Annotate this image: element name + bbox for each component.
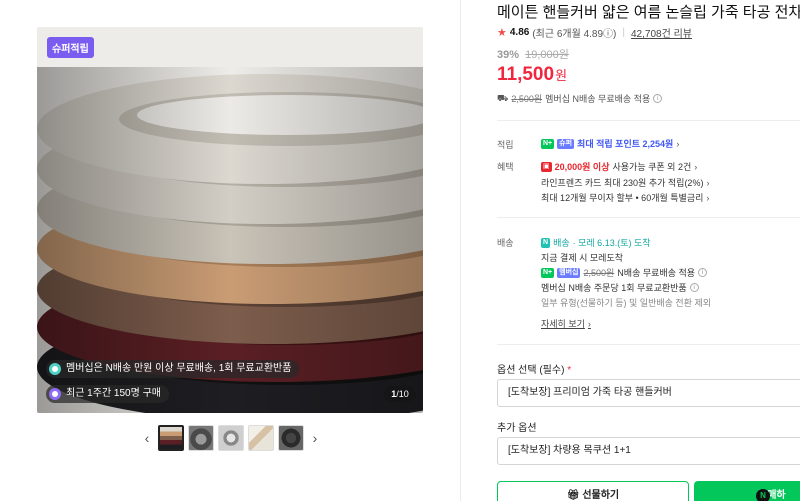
delivery-free-text: N배송 무료배송 적용 xyxy=(617,268,696,278)
exchange-note: 멤버십 N배송 주문당 1회 무료교환반품 xyxy=(541,283,687,293)
sale-price: 11,500원 xyxy=(497,64,567,86)
membership-shipping-row: N+ 멤버십 2,500원 N배송 무료배송 적용 i xyxy=(541,266,708,279)
star-icon: ★ xyxy=(497,27,507,39)
gift-button-label: 선물하기 xyxy=(582,490,620,501)
installment-row[interactable]: 최대 12개월 무이자 할부 • 60개월 특별금리 › xyxy=(541,191,709,204)
super-badge-icon: 슈퍼 xyxy=(557,138,575,149)
npay-plus-icon: N+ xyxy=(541,267,555,278)
shipping-original-fee: 2,500원 xyxy=(511,94,543,104)
details-link-text: 자세히 보기 xyxy=(541,319,585,329)
payment-note: 지금 결제 시 모레도착 xyxy=(541,253,624,263)
coupon-amount: 20,000원 이상 xyxy=(554,162,610,172)
truck-icon: ⛟ xyxy=(497,92,509,103)
installment-text: 최대 12개월 무이자 할부 • 60개월 특별금리 xyxy=(541,193,704,203)
points-text: 최대 적립 포인트 2,254원 xyxy=(577,139,674,149)
coupon-text: 사용가능 쿠폰 외 2건 xyxy=(612,162,692,172)
points-label: 적립 xyxy=(497,140,514,150)
next-image-arrow[interactable]: › xyxy=(308,425,322,451)
delivery-eta: · 모레 6.13.(토) 도착 xyxy=(572,238,651,248)
membership-shipping-pill: 멤버십은 N배송 만원 이상 무료배송, 1회 무료교환반품 xyxy=(46,360,300,378)
delivery-type: 배송 xyxy=(553,238,570,248)
rating-separator: | xyxy=(622,27,625,38)
thumbnail[interactable] xyxy=(218,425,244,451)
addon-select[interactable]: [도착보장] 차량용 목쿠션 1+1 xyxy=(497,437,800,465)
section-divider xyxy=(497,120,800,121)
purchase-icon xyxy=(49,388,61,400)
points-row[interactable]: N+ 슈퍼 최대 적립 포인트 2,254원 › xyxy=(541,137,679,150)
gift-icon: 🎁︎ xyxy=(566,490,580,501)
option-label-text: 옵션 선택 (필수) xyxy=(497,365,565,376)
delivery-eta-row: N 배송 · 모레 6.13.(토) 도착 xyxy=(541,236,651,249)
chevron-right-icon: › xyxy=(706,177,710,188)
rating-recent: (최근 6개월 4.89ⓘ) xyxy=(532,29,617,40)
original-price: 19,000원 xyxy=(525,49,569,61)
image-counter: 1/10 xyxy=(384,386,416,402)
shipping-note-text: 멤버십 N배송 무료배송 적용 xyxy=(545,94,651,104)
section-divider xyxy=(497,344,800,345)
card-text: 라인프렌즈 카드 최대 230원 추가 적립(2%) xyxy=(541,178,704,188)
required-mark: * xyxy=(567,365,572,376)
thumbnail[interactable] xyxy=(278,425,304,451)
membership-shipping-text: 멤버십은 N배송 만원 이상 무료배송, 1회 무료교환반품 xyxy=(66,363,292,374)
shipping-note: ⛟ 2,500원 멤버십 N배송 무료배송 적용 i xyxy=(497,92,663,105)
review-count-link[interactable]: 42,708건 리뷰 xyxy=(631,25,692,40)
coupon-icon: ▣ xyxy=(541,161,552,172)
thumbnail[interactable] xyxy=(248,425,274,451)
rating-summary: ★ 4.86 (최근 6개월 4.89ⓘ) | 42,708건 리뷰 xyxy=(497,25,692,40)
discount-rate: 39% xyxy=(497,49,520,61)
recent-purchases-text: 최근 1주간 150명 구매 xyxy=(66,388,161,399)
exchange-row: 멤버십 N배송 주문당 1회 무료교환반품 i xyxy=(541,281,699,294)
n-delivery-icon: N xyxy=(541,237,551,248)
steering-covers-illustration xyxy=(37,27,423,413)
product-title: 메이튼 핸들커버 얇은 여름 논슬립 가죽 타공 전차종 xyxy=(497,4,800,21)
price-value: 11,500 xyxy=(497,64,555,85)
chevron-right-icon: › xyxy=(676,138,680,149)
membership-icon xyxy=(49,363,61,375)
discount-row: 39% 19,000원 xyxy=(497,46,569,62)
addon-label: 추가 옵션 xyxy=(497,423,537,434)
option-label: 옵션 선택 (필수) * xyxy=(497,361,571,376)
info-icon[interactable]: i xyxy=(698,268,708,277)
thumbnail-strip: ‹ › xyxy=(140,424,322,452)
product-main-image[interactable] xyxy=(37,27,423,413)
buy-button[interactable]: N 구매하 xyxy=(694,481,800,501)
section-divider xyxy=(497,217,800,218)
delivery-label: 배송 xyxy=(497,238,514,248)
gift-button[interactable]: 🎁︎ 선물하기 xyxy=(497,481,689,501)
thumbnail[interactable] xyxy=(158,425,184,451)
benefit-label: 혜택 xyxy=(497,162,514,172)
details-link[interactable]: 자세히 보기 › xyxy=(541,317,591,330)
chevron-right-icon: › xyxy=(587,318,591,329)
price-currency: 원 xyxy=(555,68,568,83)
exception-note: 일부 유형(선물하기 등) 및 일반배송 전환 제외 xyxy=(541,298,712,308)
prev-image-arrow[interactable]: ‹ xyxy=(140,425,154,451)
card-row[interactable]: 라인프렌즈 카드 최대 230원 추가 적립(2%) › xyxy=(541,176,709,189)
thumbnail[interactable] xyxy=(188,425,214,451)
rating-score: 4.86 xyxy=(509,27,530,38)
panel-divider xyxy=(460,0,461,501)
chevron-right-icon: › xyxy=(694,161,698,172)
chevron-right-icon: › xyxy=(706,192,710,203)
delivery-original-fee: 2,500원 xyxy=(583,268,615,278)
npay-plus-icon: N+ xyxy=(541,138,555,149)
recent-purchases-pill: 최근 1주간 150명 구매 xyxy=(46,385,169,403)
counter-total: /10 xyxy=(396,389,409,399)
option-select[interactable]: [도착보장] 프리미엄 가죽 타공 핸들커버 xyxy=(497,379,800,407)
super-points-badge: 슈퍼적립 xyxy=(47,37,94,58)
info-icon[interactable]: i xyxy=(689,283,699,292)
coupon-row[interactable]: ▣ 20,000원 이상 사용가능 쿠폰 외 2건 › xyxy=(541,160,697,173)
info-icon[interactable]: i xyxy=(653,94,663,103)
membership-badge: 멤버십 xyxy=(557,267,581,278)
npay-logo-icon: N xyxy=(756,489,770,501)
